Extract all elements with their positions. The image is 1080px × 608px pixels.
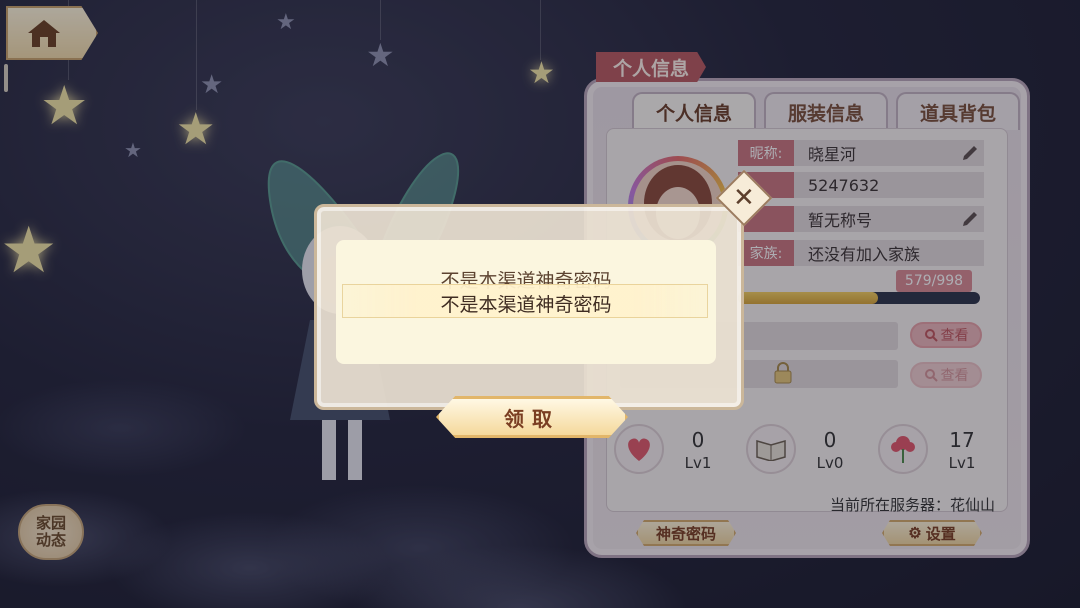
claim-button[interactable]: 领取 — [436, 396, 628, 438]
error-message-toast: 不是本渠道神奇密码 — [440, 294, 612, 316]
close-icon: ✕ — [733, 182, 755, 213]
